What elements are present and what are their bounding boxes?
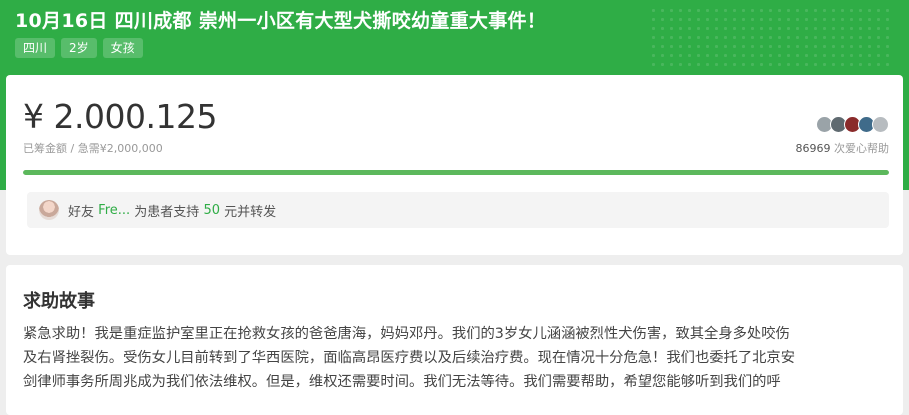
friend-name: Fre... [98, 202, 131, 218]
friend-share-notice[interactable]: 好友 Fre... 为患者支持 50 元并转发 [27, 192, 889, 228]
campaign-title: 10月16日 四川成都 崇州一小区有大型犬撕咬幼童重大事件！ [15, 10, 547, 32]
friend-avatar [39, 200, 59, 220]
share-middle: 为患者支持 [134, 204, 200, 220]
amount-caption: 已筹金额 / 急需¥2,000,000 [23, 140, 163, 156]
supporter-suffix: 次爱心帮助 [834, 142, 889, 155]
raised-label: 已筹金额 [23, 142, 67, 155]
tag-gender: 女孩 [102, 38, 143, 58]
currency-symbol: ¥ [23, 97, 44, 136]
tag-list: 四川 2岁 女孩 [15, 38, 143, 58]
raised-amount: ¥ 2.000.125 [23, 97, 217, 136]
tag-location: 四川 [15, 38, 56, 58]
share-amount: 50 [203, 202, 220, 218]
supporter-count: 86969 次爱心帮助 [796, 140, 890, 156]
funding-progress-bar [23, 170, 889, 175]
share-suffix: 元并转发 [224, 204, 277, 220]
tag-age: 2岁 [61, 38, 97, 58]
story-title: 求助故事 [23, 291, 95, 312]
caption-separator: / [70, 142, 75, 155]
avatar [872, 116, 889, 133]
story-body: 紧急求助！我是重症监护室里正在抢救女孩的爸爸唐海，妈妈邓丹。我们的3岁女儿涵涵被… [23, 322, 897, 394]
share-prefix: 好友 [68, 204, 95, 220]
amount-value: 2.000.125 [53, 97, 218, 136]
story-section: 求助故事 紧急求助！我是重症监护室里正在抢救女孩的爸爸唐海，妈妈邓丹。我们的3岁… [6, 265, 903, 415]
funding-card: ¥ 2.000.125 已筹金额 / 急需¥2,000,000 86969 次爱… [6, 75, 903, 255]
story-line: 剑律师事务所周兆成为我们依法维权。但是，维权还需要时间。我们无法等待。我们需要帮… [23, 374, 781, 390]
funding-progress-fill [23, 170, 889, 175]
story-line: 及右肾挫裂伤。受伤女儿目前转到了华西医院，面临高昂医疗费以及后续治疗费。现在情况… [23, 350, 796, 366]
supporter-number: 86969 [795, 142, 831, 155]
story-line: 紧急求助！我是重症监护室里正在抢救女孩的爸爸唐海，妈妈邓丹。我们的3岁女儿涵涵被… [23, 326, 790, 342]
supporter-avatars[interactable] [816, 116, 889, 133]
target-label: 急需¥2,000,000 [77, 142, 163, 155]
